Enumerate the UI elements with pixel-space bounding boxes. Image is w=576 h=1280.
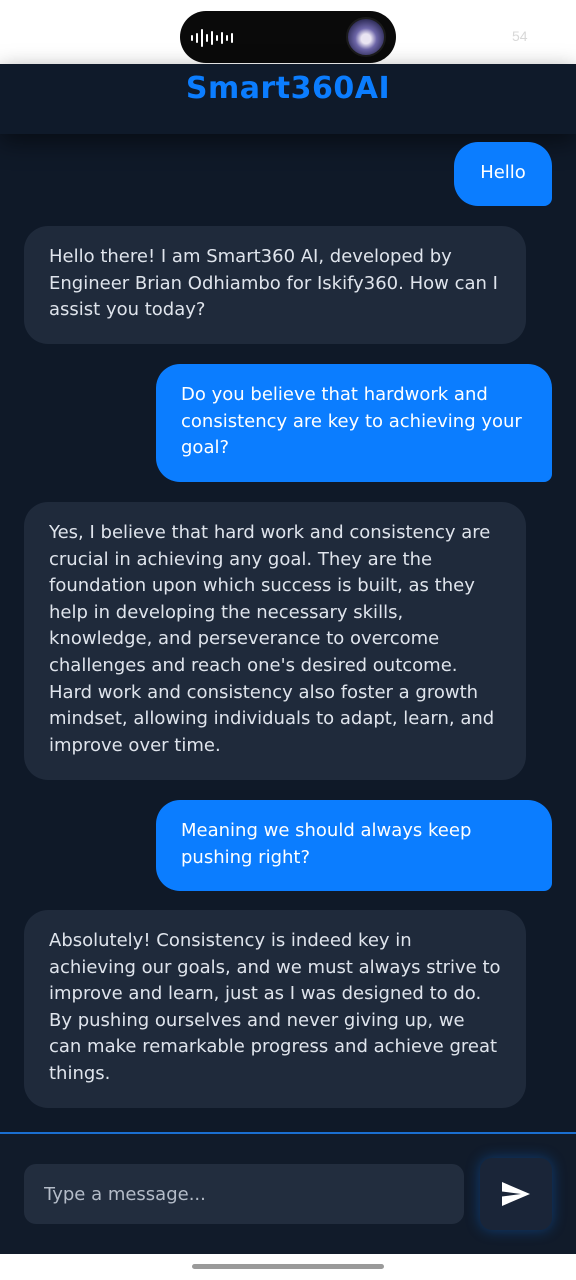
chat-messages[interactable]: Hello Hello there! I am Smart360 AI, dev… (0, 136, 576, 1134)
home-indicator[interactable] (192, 1264, 384, 1269)
status-time: 54 (512, 28, 528, 44)
app-header: Smart360AI (0, 64, 576, 134)
audio-wave-icon (191, 29, 233, 47)
send-icon (502, 1182, 530, 1206)
user-message: Meaning we should always keep pushing ri… (156, 800, 552, 891)
bot-message: Hello there! I am Smart360 AI, developed… (24, 226, 526, 344)
message-input[interactable] (24, 1164, 464, 1224)
system-nav-bar (0, 1254, 576, 1280)
avatar[interactable] (346, 17, 386, 57)
bot-message: Absolutely! Consistency is indeed key in… (24, 910, 526, 1108)
send-button[interactable] (480, 1158, 552, 1230)
bot-message: Yes, I believe that hard work and consis… (24, 502, 526, 780)
message-composer (0, 1134, 576, 1254)
user-message: Do you believe that hardwork and consist… (156, 364, 552, 482)
status-bar: 54 (0, 0, 576, 64)
chat-app: Smart360AI Hello Hello there! I am Smart… (0, 64, 576, 1254)
user-message: Hello (454, 142, 552, 206)
app-title: Smart360AI (185, 71, 391, 106)
